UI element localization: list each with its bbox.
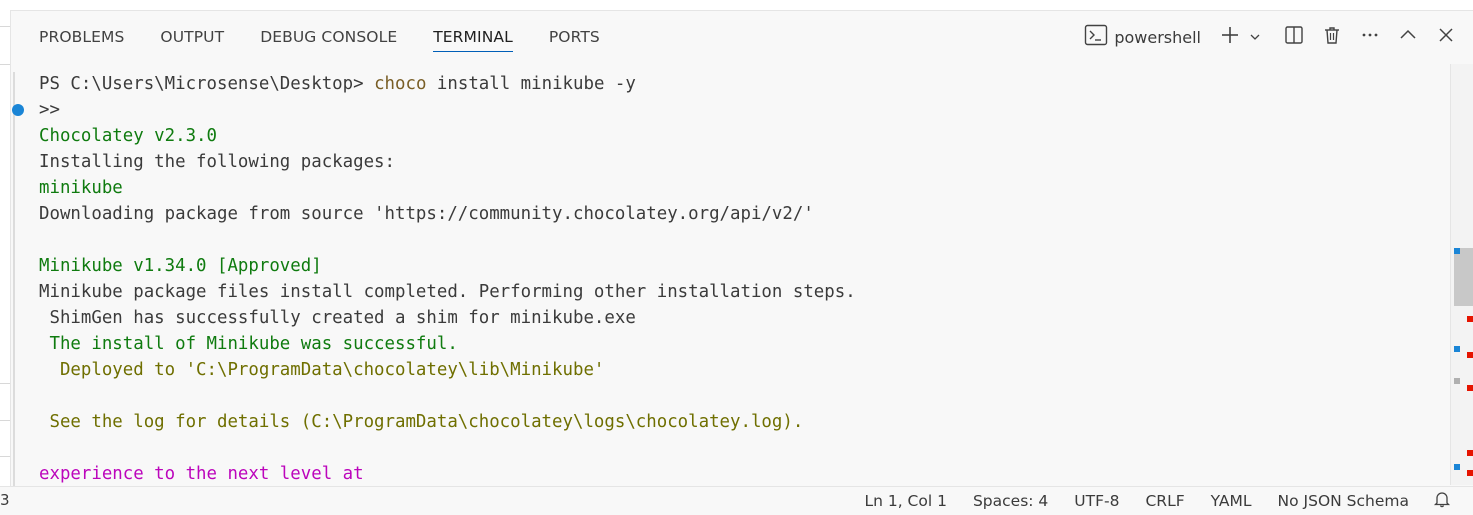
terminal-line: experience to the next level at <box>39 464 364 484</box>
status-encoding[interactable]: UTF-8 <box>1074 492 1119 510</box>
scrollbar-thumb[interactable] <box>1454 248 1473 306</box>
status-indentation[interactable]: Spaces: 4 <box>973 492 1048 510</box>
trash-icon <box>1322 25 1342 49</box>
status-left-fragment: 3 <box>0 491 10 509</box>
maximize-panel-button[interactable] <box>1393 22 1423 52</box>
command-args: install minikube -y <box>436 74 636 94</box>
divider <box>0 26 10 27</box>
overview-marker <box>1467 470 1473 476</box>
overview-marker <box>1454 378 1460 384</box>
overview-marker <box>1454 464 1460 470</box>
command-name: choco <box>374 74 427 94</box>
split-terminal-button[interactable] <box>1279 22 1309 52</box>
chevron-down-icon <box>1249 28 1261 47</box>
terminal-output[interactable]: PS C:\Users\Microsense\Desktop> choco in… <box>10 64 1450 485</box>
overview-marker <box>1454 248 1460 254</box>
chevron-up-icon <box>1398 25 1418 49</box>
divider <box>0 383 10 384</box>
ellipsis-icon <box>1360 25 1380 49</box>
tab-output[interactable]: OUTPUT <box>160 10 224 64</box>
prompt-line: PS C:\Users\Microsense\Desktop> choco in… <box>39 71 636 97</box>
split-icon <box>1284 25 1304 49</box>
new-terminal-button[interactable] <box>1215 22 1245 52</box>
status-eol[interactable]: CRLF <box>1145 492 1184 510</box>
kill-terminal-button[interactable] <box>1317 22 1347 52</box>
panel-header: PROBLEMS OUTPUT DEBUG CONSOLE TERMINAL P… <box>10 10 1473 64</box>
status-cursor-position[interactable]: Ln 1, Col 1 <box>864 492 947 510</box>
plus-icon <box>1220 25 1240 49</box>
terminal-line: >> <box>39 100 60 120</box>
notifications-button[interactable] <box>1433 490 1451 512</box>
tab-terminal[interactable]: TERMINAL <box>433 10 513 64</box>
terminal-name: powershell <box>1114 27 1201 47</box>
tab-problems[interactable]: PROBLEMS <box>39 10 124 64</box>
close-icon <box>1436 25 1456 49</box>
terminal-line: See the log for details (C:\ProgramData\… <box>39 412 804 432</box>
bell-icon <box>1433 490 1451 512</box>
terminal-selector-button[interactable]: powershell <box>1084 22 1201 52</box>
panel-tabs: PROBLEMS OUTPUT DEBUG CONSOLE TERMINAL P… <box>39 10 636 64</box>
more-actions-button[interactable] <box>1355 22 1385 52</box>
status-json-schema[interactable]: No JSON Schema <box>1278 492 1409 510</box>
terminal-icon <box>1084 24 1108 50</box>
terminal-scrollbar[interactable] <box>1450 64 1473 485</box>
tab-debug-console[interactable]: DEBUG CONSOLE <box>260 10 397 64</box>
panel-actions: powershell <box>1084 10 1473 64</box>
divider <box>0 64 10 65</box>
terminal-line: Deployed to 'C:\ProgramData\chocolatey\l… <box>39 360 605 380</box>
terminal-line: Chocolatey v2.3.0 <box>39 126 217 146</box>
close-panel-button[interactable] <box>1431 22 1461 52</box>
overview-marker <box>1467 352 1473 358</box>
terminal-line: minikube <box>39 178 123 198</box>
divider <box>0 420 10 421</box>
status-items: Ln 1, Col 1 Spaces: 4 UTF-8 CRLF YAML No… <box>838 487 1451 515</box>
overview-marker <box>1467 316 1473 322</box>
terminal-line: Installing the following packages: <box>39 152 395 172</box>
terminal-line: Downloading package from source 'https:/… <box>39 204 814 224</box>
overview-marker <box>1454 346 1460 352</box>
divider <box>0 456 10 457</box>
status-language[interactable]: YAML <box>1211 492 1252 510</box>
terminal-line: Minikube package files install completed… <box>39 282 856 302</box>
launch-profile-button[interactable] <box>1247 22 1263 52</box>
overview-marker <box>1467 450 1473 456</box>
terminal-line: Minikube v1.34.0 [Approved] <box>39 256 322 276</box>
status-bar: 3 Ln 1, Col 1 Spaces: 4 UTF-8 CRLF YAML … <box>0 486 1473 515</box>
tab-ports[interactable]: PORTS <box>549 10 600 64</box>
overview-marker <box>1467 385 1473 391</box>
terminal-line: The install of Minikube was successful. <box>39 334 458 354</box>
terminal-line: ShimGen has successfully created a shim … <box>39 308 636 328</box>
prompt: PS C:\Users\Microsense\Desktop> <box>39 74 364 94</box>
